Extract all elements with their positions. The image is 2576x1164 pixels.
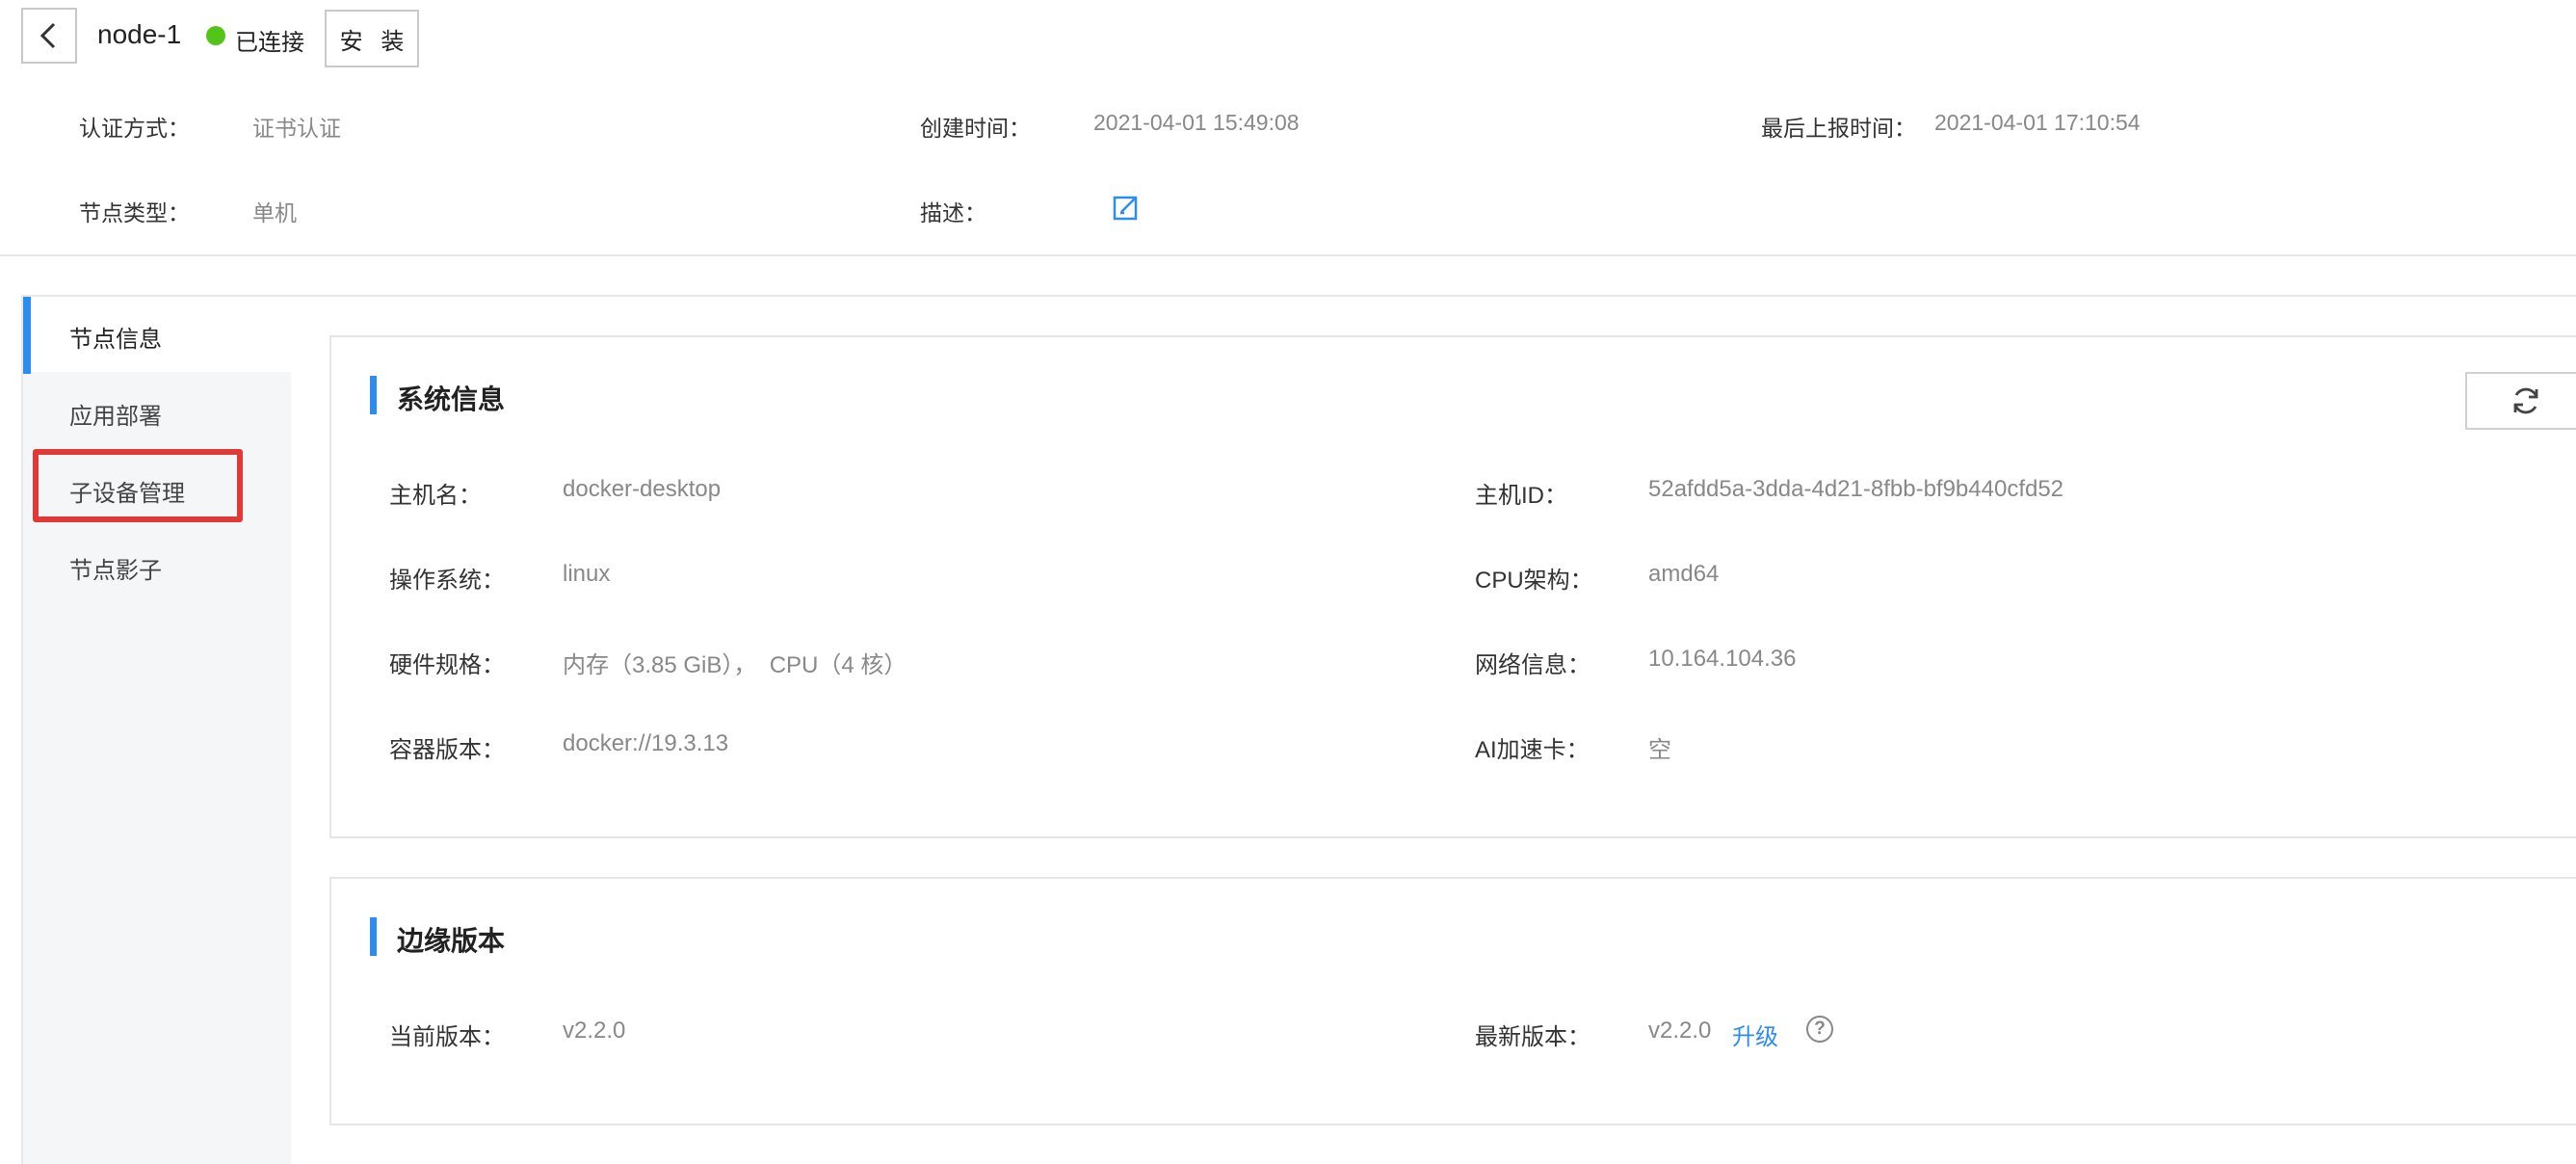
auth-label: 认证方式： [79, 116, 190, 141]
upgrade-link[interactable]: 升级 [1732, 1018, 1778, 1051]
status-dot-icon [206, 26, 225, 45]
current-version-label: 当前版本： [389, 1024, 505, 1050]
ai-card-label: AI加速卡： [1475, 737, 1590, 763]
hostname-label: 主机名： [389, 483, 482, 509]
edge-version-title: 边缘版本 [397, 926, 506, 956]
latest-version-label: 最新版本： [1475, 1024, 1590, 1050]
header-divider [0, 254, 2576, 256]
install-button[interactable]: 安 装 [325, 10, 419, 67]
auth-value: 证书认证 [252, 116, 341, 141]
container-version-label: 容器版本： [389, 737, 505, 763]
back-button[interactable] [21, 8, 77, 64]
hardware-label: 硬件规格： [389, 652, 505, 678]
created-value: 2021-04-01 15:49:08 [1093, 110, 1300, 135]
card-title-bar [370, 376, 377, 414]
container-version-value: docker://19.3.13 [563, 730, 729, 756]
connection-status: 已连接 [235, 30, 304, 56]
node-name: node-1 [97, 19, 182, 49]
desc-label: 描述： [920, 200, 986, 225]
os-value: linux [563, 561, 611, 587]
chevron-left-icon [39, 22, 56, 49]
last-report-label: 最后上报时间： [1761, 116, 1916, 141]
refresh-icon [2513, 387, 2538, 414]
sidebar-item-node-info[interactable]: 节点信息 [69, 320, 162, 354]
cpu-arch-value: amd64 [1648, 561, 1720, 587]
host-id-value: 52afdd5a-3dda-4d21-8fbb-bf9b440cfd52 [1648, 476, 2064, 502]
sidebar-active-indicator [23, 297, 31, 374]
edge-version-card [329, 877, 2576, 1125]
network-label: 网络信息： [1475, 652, 1590, 678]
highlight-box [33, 449, 243, 522]
type-label: 节点类型： [79, 200, 190, 225]
type-value: 单机 [252, 200, 297, 225]
host-id-label: 主机ID： [1475, 483, 1567, 509]
last-report-value: 2021-04-01 17:10:54 [1934, 110, 2141, 135]
created-label: 创建时间： [920, 116, 1031, 141]
system-info-title: 系统信息 [397, 384, 506, 414]
os-label: 操作系统： [389, 568, 505, 594]
sidebar-item-app-deploy[interactable]: 应用部署 [69, 397, 162, 431]
cpu-arch-label: CPU架构： [1475, 568, 1593, 594]
edit-icon[interactable] [1112, 195, 1139, 222]
latest-version-value: v2.2.0 [1648, 1018, 1712, 1044]
ai-card-value: 空 [1648, 737, 1671, 763]
network-value: 10.164.104.36 [1648, 646, 1797, 672]
sidebar-item-node-shadow[interactable]: 节点影子 [69, 551, 162, 585]
hostname-value: docker-desktop [563, 476, 722, 502]
card-title-bar [370, 917, 377, 956]
help-icon[interactable]: ? [1806, 1016, 1833, 1043]
hardware-value: 内存（3.85 GiB）， CPU（4 核） [563, 652, 907, 678]
refresh-button[interactable] [2465, 372, 2576, 430]
system-info-card [329, 335, 2576, 838]
current-version-value: v2.2.0 [563, 1018, 626, 1044]
